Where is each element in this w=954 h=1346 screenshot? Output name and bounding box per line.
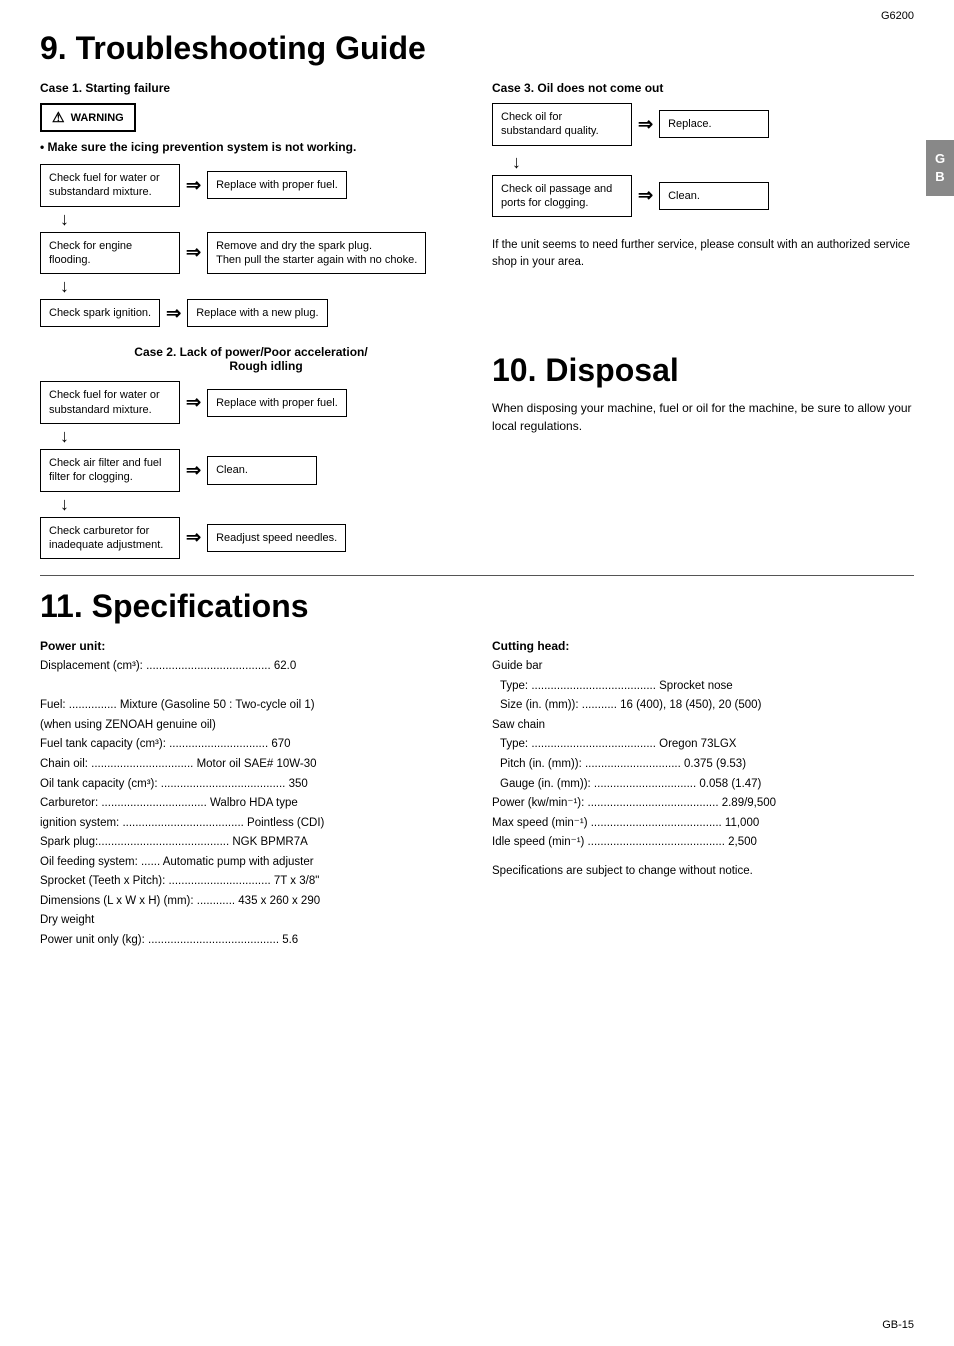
case2-flow-row-1: Check fuel for water or substandard mixt… — [40, 381, 462, 424]
result-box-1: Replace with proper fuel. — [207, 171, 347, 199]
further-service-text: If the unit seems to need further servic… — [492, 237, 914, 272]
specs-note: Specifications are subject to change wit… — [492, 865, 914, 877]
case2-flow: Check fuel for water or substandard mixt… — [40, 381, 462, 559]
cutting-head-col: Cutting head: Guide bar Type: ..........… — [492, 639, 914, 950]
case3-flow: Check oil for substandard quality. ⇒ Rep… — [492, 103, 914, 221]
flow-row-1: Check fuel for water or substandard mixt… — [40, 164, 462, 207]
case3-arrow-right-2: ⇒ — [638, 185, 653, 206]
arrow-right-1: ⇒ — [186, 175, 201, 196]
case3-result-box-2: Clean. — [659, 182, 769, 210]
power-unit-specs: Displacement (cm³): ....................… — [40, 657, 462, 950]
power-unit-heading: Power unit: — [40, 639, 462, 653]
case2-arrow-down-2: ↓ — [40, 494, 462, 515]
case2-result-box-3: Readjust speed needles. — [207, 524, 346, 552]
arrow-right-3: ⇒ — [166, 303, 181, 324]
case1-title: Case 1. Starting failure — [40, 81, 462, 95]
section9-title: 9. Troubleshooting Guide — [40, 30, 914, 67]
case2-result-box-2: Clean. — [207, 456, 317, 484]
power-unit-col: Power unit: Displacement (cm³): ........… — [40, 639, 462, 950]
section11-title: 11. Specifications — [40, 588, 914, 625]
page-label-top: G6200 — [881, 10, 914, 22]
check-box-3: Check spark ignition. — [40, 299, 160, 327]
warning-icon: ⚠ — [52, 109, 65, 126]
case2-arrow-right-2: ⇒ — [186, 460, 201, 481]
warning-note: • Make sure the icing prevention system … — [40, 140, 462, 154]
case3-flow-row-2: Check oil passage and ports for clogging… — [492, 175, 914, 218]
section11-divider — [40, 575, 914, 576]
cutting-head-heading: Cutting head: — [492, 639, 914, 653]
case2-result-box-1: Replace with proper fuel. — [207, 389, 347, 417]
case3-title: Case 3. Oil does not come out — [492, 81, 914, 95]
case2-flow-row-2: Check air filter and fuel filter for clo… — [40, 449, 462, 492]
case3-flow-row-1: Check oil for substandard quality. ⇒ Rep… — [492, 103, 914, 146]
case3-arrow-down-1: ↓ — [492, 152, 914, 173]
case2-check-box-1: Check fuel for water or substandard mixt… — [40, 381, 180, 424]
side-tab: GB — [926, 140, 954, 196]
warning-label: WARNING — [71, 112, 124, 124]
cutting-head-specs: Guide bar Type: ........................… — [492, 657, 914, 852]
flow-row-3: Check spark ignition. ⇒ Replace with a n… — [40, 299, 462, 327]
check-box-1: Check fuel for water or substandard mixt… — [40, 164, 180, 207]
case2-arrow-right-3: ⇒ — [186, 527, 201, 548]
case2-flow-row-3: Check carburetor for inadequate adjustme… — [40, 517, 462, 560]
case3-result-box-1: Replace. — [659, 110, 769, 138]
case2-arrow-down-1: ↓ — [40, 426, 462, 447]
case2-check-box-2: Check air filter and fuel filter for clo… — [40, 449, 180, 492]
arrow-down-1: ↓ — [40, 209, 462, 230]
result-box-2: Remove and dry the spark plug.Then pull … — [207, 232, 426, 275]
specs-columns: Power unit: Displacement (cm³): ........… — [40, 639, 914, 950]
warning-box: ⚠ WARNING — [40, 103, 136, 132]
case3-arrow-right-1: ⇒ — [638, 114, 653, 135]
case2-check-box-3: Check carburetor for inadequate adjustme… — [40, 517, 180, 560]
case3-check-box-2: Check oil passage and ports for clogging… — [492, 175, 632, 218]
check-box-2: Check for engine flooding. — [40, 232, 180, 275]
arrow-right-2: ⇒ — [186, 242, 201, 263]
case2-title: Case 2. Lack of power/Poor acceleration/… — [40, 345, 462, 373]
section10-title: 10. Disposal — [492, 352, 914, 389]
arrow-down-2: ↓ — [40, 276, 462, 297]
case3-check-box-1: Check oil for substandard quality. — [492, 103, 632, 146]
case2-arrow-right-1: ⇒ — [186, 392, 201, 413]
disposal-text: When disposing your machine, fuel or oil… — [492, 399, 914, 435]
result-box-3: Replace with a new plug. — [187, 299, 327, 327]
case1-flow: Check fuel for water or substandard mixt… — [40, 164, 462, 327]
page-label-bottom: GB-15 — [882, 1319, 914, 1331]
flow-row-2: Check for engine flooding. ⇒ Remove and … — [40, 232, 462, 275]
